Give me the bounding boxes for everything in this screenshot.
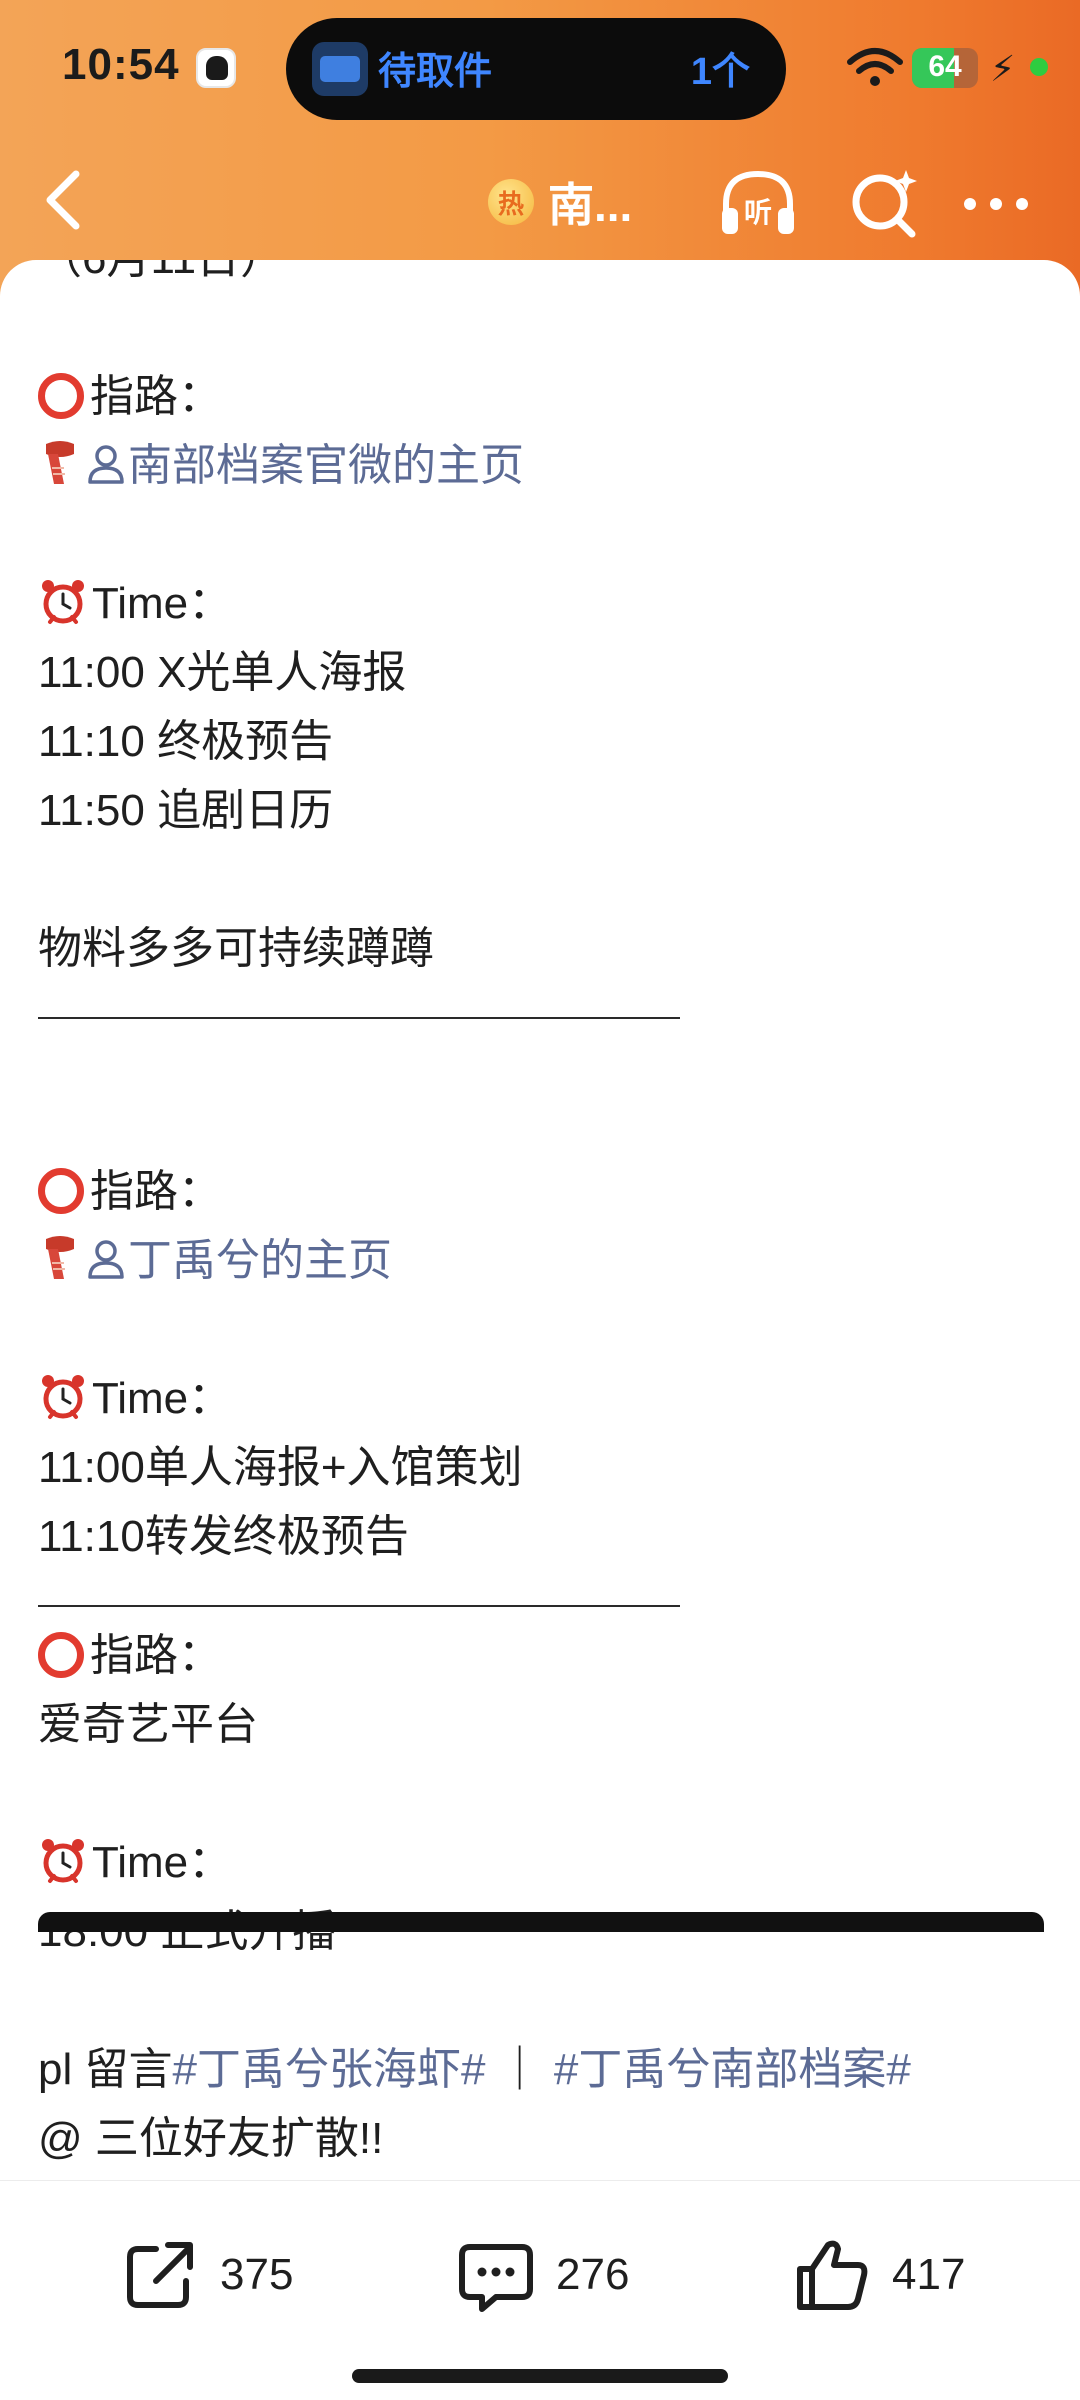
headphones-icon[interactable]: 听 — [714, 160, 802, 248]
note-text: 物料多多可持续蹲蹲 — [38, 924, 434, 973]
date-fragment: （6月11日） — [38, 260, 1048, 293]
profile-link-line[interactable]: 南部档案官微的主页 — [38, 431, 1048, 500]
guide-line: 指路： — [38, 362, 1048, 431]
hot-badge-icon: 热 — [488, 179, 534, 225]
time-line: Time： — [38, 1364, 1048, 1433]
navigation-bar: 热 南... 听 — [0, 150, 1080, 250]
package-icon — [312, 42, 368, 96]
topic-link[interactable]: #丁禹兮南部档案# — [554, 2045, 911, 2094]
platform-text: 爱奇艺平台 — [38, 1700, 258, 1749]
search-icon[interactable] — [842, 160, 930, 248]
svg-text:听: 听 — [744, 196, 772, 229]
comment-count: 276 — [556, 2250, 630, 2299]
time-line: Time： — [38, 1828, 1048, 1897]
share-count: 375 — [220, 2250, 294, 2299]
time-label: Time： — [92, 1838, 233, 1887]
like-button[interactable]: 417 — [792, 2233, 965, 2317]
back-icon[interactable] — [30, 160, 100, 240]
mention-text: @ 三位好友扩散!! — [38, 2114, 384, 2163]
schedule-item: 11:10转发终极预告 — [38, 1512, 409, 1561]
schedule-item: 11:00单人海报+入馆策划 — [38, 1443, 523, 1492]
topic-separator: ｜ — [485, 2045, 542, 2094]
scarf-icon — [46, 441, 74, 484]
time-label: Time： — [92, 579, 233, 628]
share-button[interactable]: 375 — [120, 2233, 293, 2317]
dynamic-island[interactable]: 待取件 1个 — [286, 18, 786, 120]
red-circle-icon — [38, 1632, 84, 1678]
red-circle-icon — [38, 373, 84, 419]
alarm-clock-icon — [42, 1839, 84, 1883]
profile-link-line[interactable]: 丁禹兮的主页 — [38, 1226, 1048, 1295]
guide-line: 指路： — [38, 1621, 1048, 1690]
time-label: Time： — [92, 1374, 233, 1423]
post-content: （6月11日） 指路： 南部档案官微的主页 Time： 11 — [38, 260, 1048, 2173]
comment-prefix: pl 留言 — [38, 2045, 173, 2094]
nav-title: 南... — [548, 179, 633, 231]
comment-icon — [459, 2244, 533, 2312]
user-icon — [88, 1240, 124, 1279]
wifi-icon — [847, 48, 903, 86]
home-indicator[interactable] — [352, 2369, 728, 2383]
thumbs-up-icon — [797, 2240, 868, 2310]
scarf-icon — [46, 1236, 74, 1279]
like-count: 417 — [892, 2250, 966, 2299]
alarm-clock-icon — [42, 1375, 84, 1419]
island-text: 待取件 — [378, 51, 493, 93]
red-circle-icon — [38, 1168, 84, 1214]
charging-icon: ⚡ — [990, 48, 1016, 89]
guide-label: 指路： — [90, 372, 222, 421]
time-line: Time： — [38, 569, 1048, 638]
status-bar: 10:54 待取件 1个 64 ⚡ — [0, 0, 1080, 140]
post-card: （6月11日） 指路： 南部档案官微的主页 Time： 11 — [0, 260, 1080, 2180]
topic-title[interactable]: 热 南... — [488, 172, 632, 232]
app-notification-icon — [196, 48, 236, 88]
comment-button[interactable]: 276 — [456, 2233, 629, 2317]
status-time: 10:54 — [62, 40, 180, 89]
schedule-item: 11:10 终极预告 — [38, 717, 334, 766]
profile-link[interactable]: 丁禹兮的主页 — [128, 1236, 392, 1285]
schedule-item: 11:50 追剧日历 — [38, 786, 334, 835]
guide-label: 指路： — [90, 1167, 222, 1216]
schedule-item: 11:00 X光单人海报 — [38, 648, 407, 697]
battery-indicator: 64 — [912, 48, 978, 88]
profile-link[interactable]: 南部档案官微的主页 — [128, 441, 524, 490]
guide-line: 指路： — [38, 1157, 1048, 1226]
media-preview-edge[interactable] — [38, 1912, 1044, 1932]
topic-link[interactable]: #丁禹兮张海虾# — [172, 2045, 485, 2094]
bottom-action-bar: 375 276 417 — [0, 2180, 1080, 2400]
island-count: 1个 — [690, 51, 750, 93]
share-icon — [127, 2242, 193, 2308]
more-icon[interactable] — [952, 160, 1040, 248]
topics-line: pl 留言#丁禹兮张海虾# ｜ #丁禹兮南部档案# — [38, 2035, 1048, 2104]
privacy-indicator-dot — [1030, 58, 1048, 76]
battery-level-text: 64 — [928, 50, 962, 83]
guide-label: 指路： — [90, 1631, 222, 1680]
alarm-clock-icon — [42, 580, 84, 624]
user-icon — [88, 445, 124, 484]
